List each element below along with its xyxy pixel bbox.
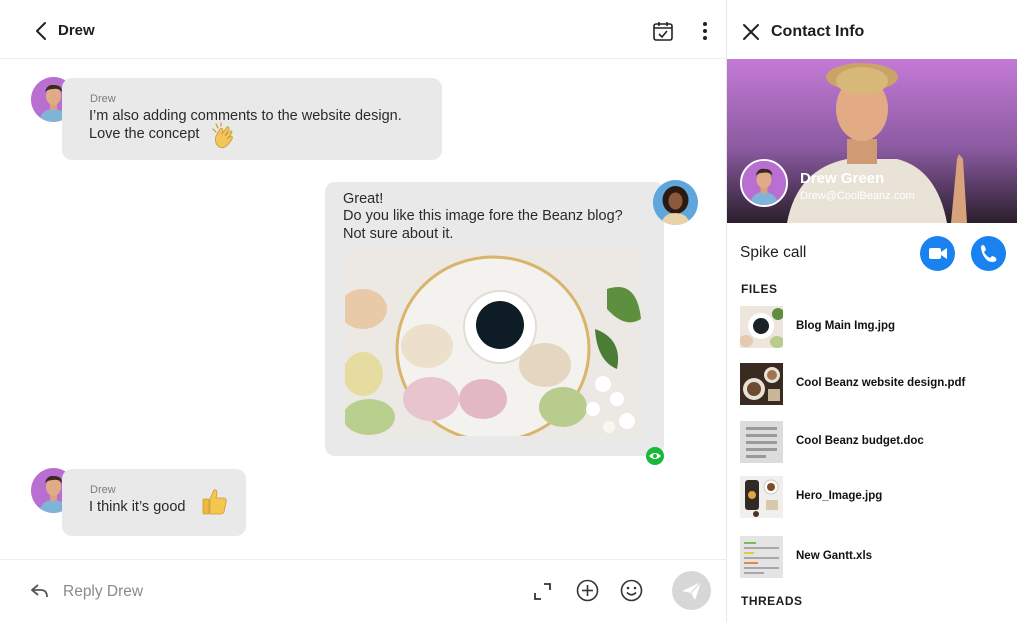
coffee-photo-thumbnail [740, 306, 783, 348]
chat-pane: Drew Drew I’m also adding comments to th… [0, 0, 726, 622]
file-name: Blog Main Img.jpg [796, 320, 896, 332]
threads-section-title: THREADS [741, 594, 803, 608]
attached-image[interactable] [345, 249, 643, 436]
message-sender: Drew [90, 93, 116, 105]
contact-email[interactable]: Drew@CoolBeanz.com [800, 190, 915, 202]
file-name: Cool Beanz website design.pdf [796, 377, 966, 389]
send-button[interactable] [672, 571, 711, 610]
chat-header: Drew [0, 0, 726, 59]
expand-icon[interactable] [534, 583, 551, 600]
reply-arrow-icon [30, 582, 50, 600]
more-options-icon[interactable] [696, 20, 714, 42]
spreadsheet-thumbnail [740, 536, 783, 578]
document-thumbnail [740, 421, 783, 463]
coffee-flatlay-thumbnail [740, 363, 783, 405]
add-attachment-icon[interactable] [576, 579, 599, 602]
message-text: Great! [343, 191, 384, 207]
own-avatar[interactable] [653, 180, 698, 225]
contact-hero: Drew Green Drew@CoolBeanz.com [727, 59, 1017, 223]
seen-eye-icon [646, 447, 664, 465]
message-text: I think it’s good [89, 499, 186, 515]
file-item[interactable]: Blog Main Img.jpg [727, 304, 1017, 350]
contact-info-panel: Contact Info Drew Green Drew@CoolBeanz.c… [726, 0, 1017, 622]
clapping-hands-emoji [210, 121, 240, 151]
file-item[interactable]: Cool Beanz budget.doc [727, 419, 1017, 465]
contact-info-header: Contact Info [727, 0, 1017, 59]
contact-name: Drew Green [800, 170, 885, 187]
emoji-icon[interactable] [620, 579, 643, 602]
file-name: New Gantt.xls [796, 550, 873, 562]
file-item[interactable]: Hero_Image.jpg [727, 474, 1017, 520]
reply-composer [0, 559, 726, 622]
message-text: Not sure about it. [343, 226, 454, 242]
video-call-button[interactable] [920, 236, 955, 271]
coffee-cup-thumbnail [740, 476, 783, 518]
task-checklist-icon[interactable] [652, 20, 674, 42]
reply-input[interactable] [63, 581, 503, 603]
chat-title: Drew [58, 22, 95, 39]
thumbs-up-emoji [199, 487, 229, 517]
spike-call-label: Spike call [740, 244, 807, 261]
message-text: Love the concept [89, 126, 200, 142]
close-icon[interactable] [742, 23, 760, 41]
contact-info-title: Contact Info [771, 23, 865, 40]
back-button[interactable] [32, 20, 52, 42]
message-text: Do you like this image fore the Beanz bl… [343, 208, 623, 224]
files-section-title: FILES [741, 282, 778, 296]
file-item[interactable]: New Gantt.xls [727, 534, 1017, 580]
contact-avatar[interactable] [740, 159, 788, 207]
message-text: I’m also adding comments to the website … [89, 108, 402, 124]
message-sender: Drew [90, 484, 116, 496]
phone-call-button[interactable] [971, 236, 1006, 271]
file-name: Hero_Image.jpg [796, 490, 883, 502]
file-name: Cool Beanz budget.doc [796, 435, 924, 447]
file-item[interactable]: Cool Beanz website design.pdf [727, 361, 1017, 407]
